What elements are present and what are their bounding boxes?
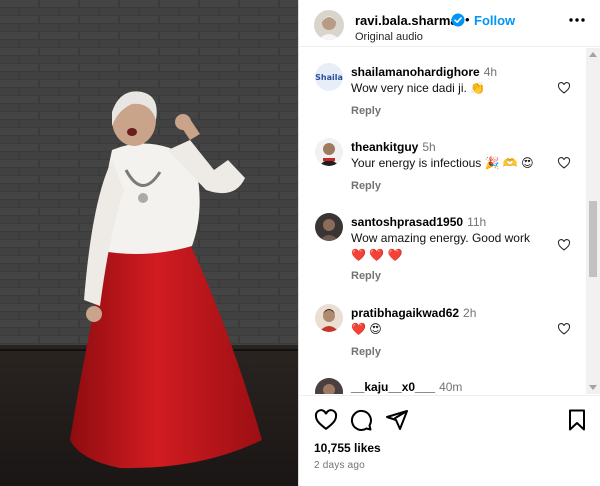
author-username[interactable]: ravi.bala.sharma	[355, 13, 458, 28]
comment-item: __kaju__x0___ 40m	[299, 378, 587, 394]
comment-like-heart-icon[interactable]	[557, 81, 571, 95]
post-timestamp: 2 days ago	[314, 460, 365, 471]
comment-username[interactable]: __kaju__x0___ 40m	[351, 380, 462, 394]
verified-badge-icon	[451, 13, 465, 27]
commenter-avatar[interactable]	[315, 213, 343, 241]
comment-username[interactable]: santoshprasad1950 11h	[351, 215, 486, 229]
scroll-down-arrow-icon[interactable]	[589, 385, 597, 390]
reply-button[interactable]: Reply	[351, 346, 381, 358]
scroll-up-arrow-icon[interactable]	[589, 52, 597, 57]
author-avatar[interactable]	[314, 10, 344, 40]
comment-text: ❤️ 😍	[351, 322, 382, 336]
like-heart-icon[interactable]	[314, 408, 338, 432]
bookmark-icon[interactable]	[565, 408, 589, 432]
comments-scrollbar[interactable]	[586, 48, 600, 394]
more-options-icon[interactable]	[567, 13, 587, 27]
comment-time: 2h	[463, 306, 477, 320]
post-actions-bar: 10,755 likes 2 days ago	[299, 395, 600, 486]
audio-link[interactable]: Original audio	[355, 31, 423, 43]
comment-username[interactable]: theankitguy 5h	[351, 140, 436, 154]
reply-button[interactable]: Reply	[351, 105, 381, 117]
reply-button[interactable]: Reply	[351, 270, 381, 282]
comment-like-heart-icon[interactable]	[557, 322, 571, 336]
header-separator: •	[465, 12, 470, 27]
comment-time: 5h	[422, 140, 436, 154]
post-details-panel: ravi.bala.sharma • Follow Original audio…	[298, 0, 600, 486]
comment-time: 4h	[483, 65, 498, 79]
comment-like-heart-icon[interactable]	[557, 156, 571, 170]
comments-list: Shaila shailamanohardighore 4h Wow very n…	[299, 48, 600, 394]
post-video[interactable]	[0, 0, 298, 486]
comment-item: Shaila shailamanohardighore 4h Wow very n…	[299, 63, 587, 133]
comment-username[interactable]: pratibhagaikwad62 2h	[351, 306, 476, 320]
reply-button[interactable]: Reply	[351, 180, 381, 192]
commenter-avatar[interactable]	[315, 138, 343, 166]
comment-time: 11h	[467, 215, 487, 229]
commenter-avatar[interactable]	[315, 378, 343, 394]
video-frame-illustration	[0, 0, 298, 486]
comment-item: pratibhagaikwad62 2h ❤️ 😍 Reply	[299, 304, 587, 374]
comment-text-line-2: ❤️ ❤️ ❤️	[351, 248, 403, 262]
commenter-avatar[interactable]	[315, 304, 343, 332]
comment-text: Wow very nice dadi ji. 👏	[351, 81, 486, 95]
post-header: ravi.bala.sharma • Follow Original audio	[299, 0, 600, 47]
share-icon[interactable]	[385, 408, 409, 432]
comment-username[interactable]: shailamanohardighore 4h	[351, 65, 497, 79]
comment-like-heart-icon[interactable]	[557, 238, 571, 252]
commenter-avatar[interactable]: Shaila	[315, 63, 343, 91]
comment-text: Your energy is infectious 🎉 🫶 😍	[351, 156, 534, 170]
comment-text: Wow amazing energy. Good work	[351, 231, 530, 245]
comment-icon[interactable]	[349, 408, 373, 432]
svg-text:Shaila: Shaila	[315, 73, 343, 82]
likes-count[interactable]: 10,755 likes	[314, 441, 381, 455]
comment-item: theankitguy 5h Your energy is infectious …	[299, 138, 587, 208]
follow-button[interactable]: Follow	[474, 13, 515, 28]
comment-item: santoshprasad1950 11h Wow amazing energy.…	[299, 213, 587, 298]
scrollbar-thumb[interactable]	[589, 201, 597, 277]
comment-time: 40m	[439, 380, 463, 394]
